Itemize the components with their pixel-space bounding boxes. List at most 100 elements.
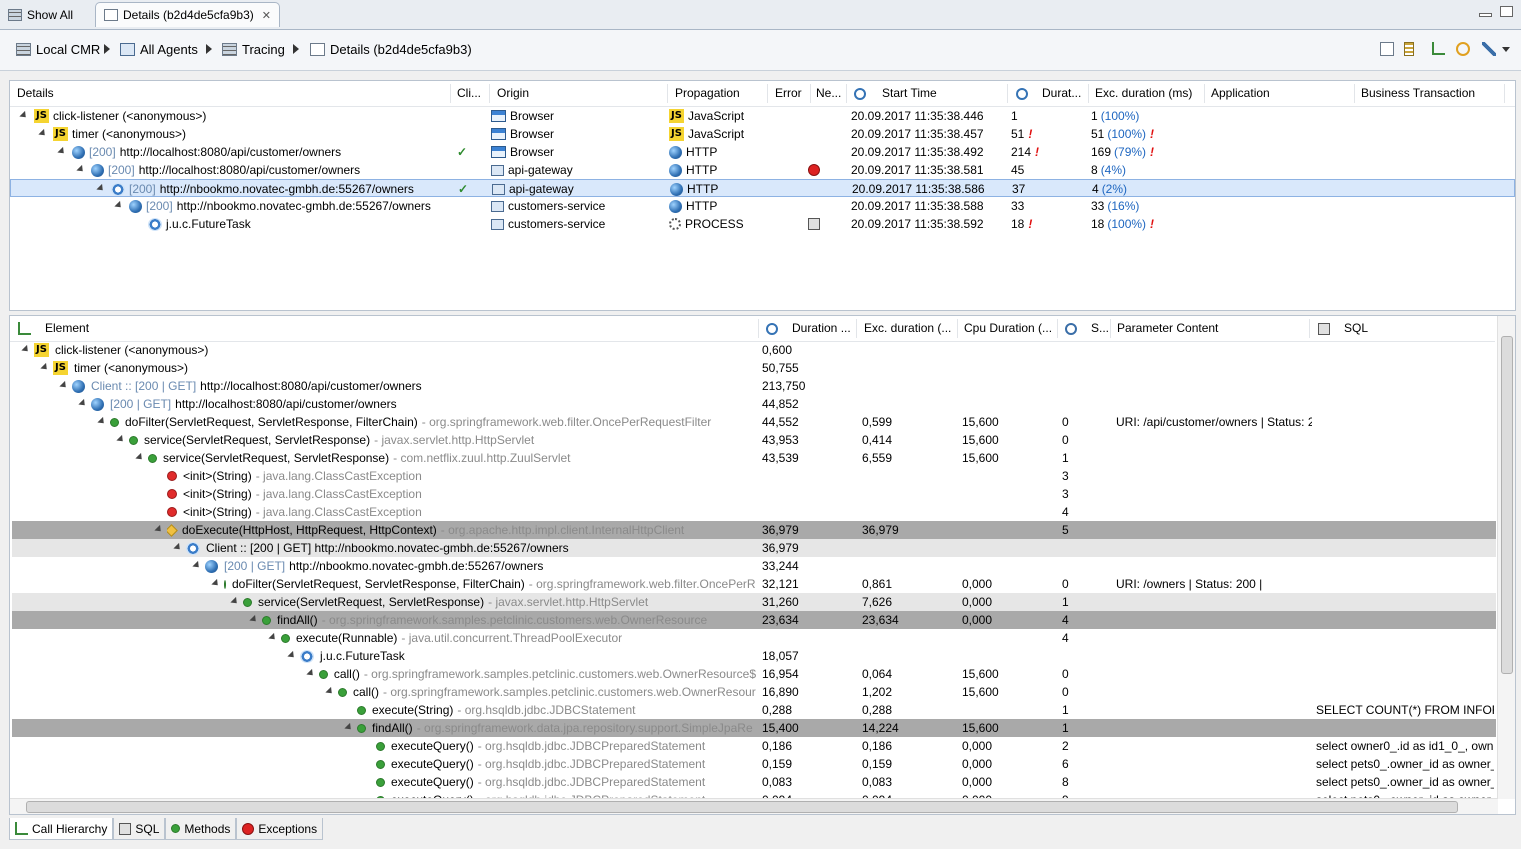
tab-sql[interactable]: SQL bbox=[113, 818, 166, 840]
maximize-button[interactable] bbox=[1500, 6, 1513, 17]
scrollbar-thumb[interactable] bbox=[1501, 336, 1513, 674]
expand-toggle-icon[interactable] bbox=[38, 128, 48, 139]
call-row[interactable]: [200 | GET] http://localhost:8080/api/cus… bbox=[12, 395, 1496, 413]
expand-toggle-icon[interactable] bbox=[344, 722, 354, 733]
column-header-application[interactable]: Application bbox=[1211, 81, 1351, 106]
chevron-down-icon[interactable] bbox=[1502, 47, 1510, 52]
vertical-scrollbar[interactable] bbox=[1497, 316, 1515, 799]
wrench-icon[interactable] bbox=[1482, 42, 1496, 56]
expand-toggle-icon[interactable] bbox=[135, 452, 145, 463]
call-row[interactable]: Client :: [200 | GET] http://localhost:80… bbox=[12, 377, 1496, 395]
expand-toggle-icon[interactable] bbox=[114, 200, 124, 211]
expand-toggle-icon[interactable] bbox=[192, 560, 202, 571]
column-header-exc-duration[interactable]: Exc. duration (... bbox=[864, 316, 956, 341]
call-row[interactable]: Client :: [200 | GET] http://nbookmo.nov… bbox=[12, 539, 1496, 557]
column-header-parameter-content[interactable]: Parameter Content bbox=[1117, 316, 1307, 341]
scrollbar-thumb[interactable] bbox=[26, 801, 1458, 813]
breadcrumb-local-cmr[interactable]: Local CMR bbox=[16, 42, 100, 57]
column-header-start-time[interactable]: Start Time bbox=[882, 81, 1002, 106]
call-row[interactable]: execute(String) - org.hsqldb.jdbc.JDBCSta… bbox=[12, 701, 1496, 719]
column-header-element[interactable]: Element bbox=[45, 316, 745, 341]
call-row[interactable]: executeQuery()- org.hsqldb.jdbc.JDBCPrep… bbox=[12, 755, 1496, 773]
minimize-button[interactable] bbox=[1479, 13, 1492, 17]
expand-toggle-icon[interactable] bbox=[325, 686, 335, 697]
call-row[interactable]: JS timer (<anonymous>) 50,755 bbox=[12, 359, 1496, 377]
call-row[interactable]: findAll() - org.springframework.data.jpa.… bbox=[12, 719, 1496, 737]
call-row[interactable]: <init>(String) - java.lang.ClassCastExcep… bbox=[12, 503, 1496, 521]
column-header-origin[interactable]: Origin bbox=[497, 81, 667, 106]
expand-toggle-icon[interactable] bbox=[59, 380, 69, 391]
column-header-net[interactable]: Ne... bbox=[816, 81, 846, 106]
table-row[interactable]: j.u.c.FutureTask customers-service PROCESS… bbox=[10, 215, 1515, 233]
call-row[interactable]: doFilter(ServletRequest, ServletResponse… bbox=[12, 413, 1496, 431]
parameter-content bbox=[1116, 647, 1312, 665]
filter-icon[interactable] bbox=[1404, 42, 1414, 56]
call-row[interactable]: execute(Runnable) - java.util.concurrent.… bbox=[12, 629, 1496, 647]
tab-details[interactable]: Details (b2d4de5cfa9b3) ✕ bbox=[95, 2, 280, 27]
horizontal-scrollbar[interactable] bbox=[10, 798, 1498, 814]
call-row[interactable]: service(ServletRequest, ServletResponse)… bbox=[12, 593, 1496, 611]
column-header-exc-duration[interactable]: Exc. duration (ms) bbox=[1095, 81, 1205, 106]
hierarchy-icon[interactable] bbox=[1432, 42, 1445, 55]
expand-toggle-icon[interactable] bbox=[154, 524, 164, 535]
call-row[interactable]: service(ServletRequest, ServletResponse)… bbox=[12, 449, 1496, 467]
refresh-icon[interactable] bbox=[1456, 42, 1470, 56]
sql-statement bbox=[1316, 521, 1494, 539]
expand-toggle-icon[interactable] bbox=[96, 183, 106, 194]
expand-toggle-icon[interactable] bbox=[268, 632, 278, 643]
expand-toggle-icon[interactable] bbox=[57, 146, 67, 157]
call-row[interactable]: call() - org.springframework.samples.petc… bbox=[12, 683, 1496, 701]
column-header-error[interactable]: Error bbox=[775, 81, 810, 106]
column-header-business-transaction[interactable]: Business Transaction bbox=[1361, 81, 1506, 106]
column-header-propagation[interactable]: Propagation bbox=[675, 81, 765, 106]
layout-icon[interactable] bbox=[1380, 42, 1394, 56]
tab-methods[interactable]: Methods bbox=[165, 818, 237, 840]
tab-call-hierarchy[interactable]: Call Hierarchy bbox=[9, 818, 114, 840]
call-row[interactable]: executeQuery()- org.hsqldb.jdbc.JDBCPrep… bbox=[12, 773, 1496, 791]
call-row[interactable]: service(ServletRequest, ServletResponse)… bbox=[12, 431, 1496, 449]
call-row[interactable]: <init>(String) - java.lang.ClassCastExcep… bbox=[12, 485, 1496, 503]
expand-toggle-icon[interactable] bbox=[40, 362, 50, 373]
call-row[interactable]: doFilter(ServletRequest, ServletResponse… bbox=[12, 575, 1496, 593]
expand-toggle-icon[interactable] bbox=[249, 614, 259, 625]
call-row[interactable]: JS click-listener (<anonymous>) 0,600 bbox=[12, 341, 1496, 359]
expand-toggle-icon[interactable] bbox=[116, 434, 126, 445]
column-header-cpu-duration[interactable]: Cpu Duration (... bbox=[964, 316, 1056, 341]
breadcrumb-all-agents[interactable]: All Agents bbox=[120, 42, 198, 57]
call-row[interactable]: findAll() - org.springframework.samples.p… bbox=[12, 611, 1496, 629]
breadcrumb-details[interactable]: Details (b2d4de5cfa9b3) bbox=[310, 42, 472, 57]
column-header-duration[interactable]: Durat... bbox=[1042, 81, 1087, 106]
expand-toggle-icon[interactable] bbox=[230, 596, 240, 607]
tab-exceptions[interactable]: Exceptions bbox=[236, 818, 324, 840]
breadcrumb-tracing[interactable]: Tracing bbox=[222, 42, 285, 57]
call-row[interactable]: executeQuery()- org.hsqldb.jdbc.JDBCPrep… bbox=[12, 737, 1496, 755]
table-row[interactable]: [200] http://localhost:8080/api/customer/… bbox=[10, 161, 1515, 179]
close-icon[interactable]: ✕ bbox=[262, 9, 271, 22]
expand-toggle-icon[interactable] bbox=[306, 668, 316, 679]
column-header-client[interactable]: Cli... bbox=[457, 81, 487, 106]
warning-icon: ! bbox=[1150, 127, 1155, 141]
table-row[interactable]: JS click-listener (<anonymous>) Browser JS J… bbox=[10, 107, 1515, 125]
expand-toggle-icon[interactable] bbox=[97, 416, 107, 427]
expand-toggle-icon[interactable] bbox=[76, 164, 86, 175]
column-header-details[interactable]: Details bbox=[17, 81, 447, 106]
expand-toggle-icon[interactable] bbox=[21, 344, 31, 355]
tab-show-all[interactable]: Show All bbox=[0, 2, 81, 28]
expand-toggle-icon[interactable] bbox=[287, 650, 297, 661]
table-row[interactable]: [200] http://nbookmo.novatec-gmbh.de:5526… bbox=[10, 197, 1515, 215]
expand-toggle-icon[interactable] bbox=[211, 578, 221, 589]
column-header-duration[interactable]: Duration ... bbox=[792, 316, 854, 341]
table-row[interactable]: [200] http://nbookmo.novatec-gmbh.de:5526… bbox=[10, 179, 1515, 197]
call-row[interactable]: j.u.c.FutureTask 18,057 bbox=[12, 647, 1496, 665]
table-row[interactable]: JS timer (<anonymous>) Browser JS JavaScript… bbox=[10, 125, 1515, 143]
expand-toggle-icon[interactable] bbox=[19, 110, 29, 121]
call-row[interactable]: [200 | GET] http://nbookmo.novatec-gmbh.d… bbox=[12, 557, 1496, 575]
table-row[interactable]: [200] http://localhost:8080/api/customer/… bbox=[10, 143, 1515, 161]
call-row[interactable]: <init>(String) - java.lang.ClassCastExcep… bbox=[12, 467, 1496, 485]
call-row[interactable]: doExecute(HttpHost, HttpRequest, HttpCon… bbox=[12, 521, 1496, 539]
column-header-s[interactable]: S... bbox=[1091, 316, 1109, 341]
expand-toggle-icon[interactable] bbox=[173, 542, 183, 553]
expand-toggle-icon[interactable] bbox=[78, 398, 88, 409]
call-row[interactable]: call() - org.springframework.samples.petc… bbox=[12, 665, 1496, 683]
column-header-sql[interactable]: SQL bbox=[1344, 316, 1484, 341]
